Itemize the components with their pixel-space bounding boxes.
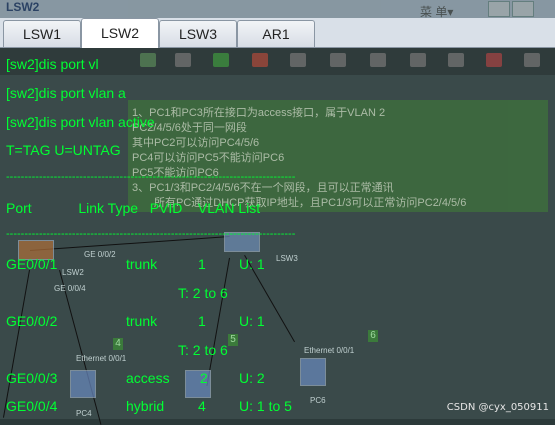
- pvid-cell: 1: [198, 313, 206, 329]
- port-cell: GE0/0/2: [6, 313, 58, 329]
- vlan-list-extra: T: 2 to 6: [178, 342, 228, 358]
- vlan-list-cell: U: 1 to 5: [239, 398, 292, 414]
- tab-lsw2[interactable]: LSW2: [81, 18, 159, 48]
- cli-console[interactable]: [sw2]dis port vl [sw2]dis port vlan a [s…: [0, 47, 555, 419]
- link-type-cell: trunk: [126, 256, 158, 272]
- table-header: Port Link Type PVID VLAN List: [6, 200, 261, 216]
- window-title: LSW2: [6, 0, 40, 14]
- pvid-cell: 1: [198, 256, 206, 272]
- vlan-list-cell: U: 1: [239, 313, 265, 329]
- vlan-list-cell: U: 1: [239, 256, 265, 272]
- csdn-watermark: CSDN @cyx_050911: [446, 402, 549, 413]
- console-line: [sw2]dis port vlan a: [6, 85, 126, 101]
- tab-ar1[interactable]: AR1: [237, 20, 315, 47]
- link-type-cell: trunk: [126, 313, 158, 329]
- separator-line: ----------------------------------------…: [6, 171, 296, 183]
- port-cell: GE0/0/1: [6, 256, 58, 272]
- port-cell: GE0/0/4: [6, 398, 58, 414]
- device-tab-bar: LSW1 LSW2 LSW3 AR1: [0, 18, 555, 48]
- pvid-cell: 2: [200, 370, 208, 386]
- console-line: [sw2]dis port vl: [6, 56, 99, 72]
- restore-button[interactable]: [488, 1, 510, 17]
- separator-line: ----------------------------------------…: [6, 228, 296, 240]
- vlan-list-extra: T: 2 to 6: [178, 285, 228, 301]
- console-line: [sw2]dis port vlan active: [6, 114, 155, 130]
- port-cell: GE0/0/3: [6, 370, 58, 386]
- link-type-cell: access: [126, 370, 170, 386]
- window-titlebar: LSW2 菜 单▾: [0, 0, 555, 20]
- tab-lsw1[interactable]: LSW1: [3, 20, 81, 47]
- tab-lsw3[interactable]: LSW3: [159, 20, 237, 47]
- console-line: T=TAG U=UNTAG: [6, 142, 121, 158]
- link-type-cell: hybrid: [126, 398, 165, 414]
- pvid-cell: 4: [198, 398, 206, 414]
- minimize-button[interactable]: [512, 1, 534, 17]
- vlan-list-cell: U: 2: [239, 370, 265, 386]
